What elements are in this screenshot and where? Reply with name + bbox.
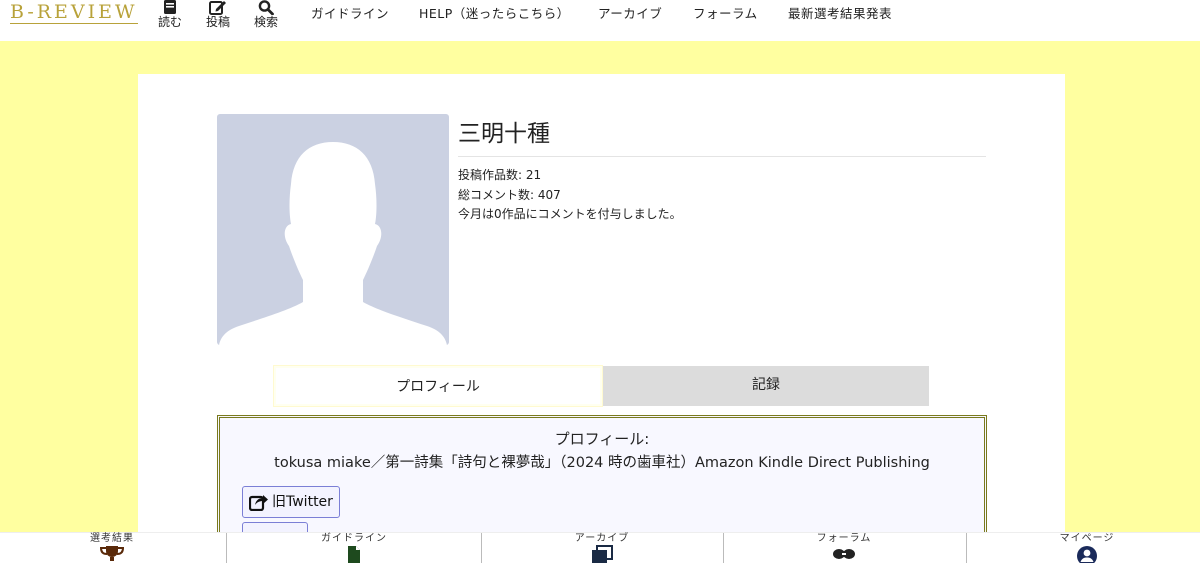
bottom-nav-separator <box>723 533 724 563</box>
bottom-nav-guideline[interactable]: ガイドライン <box>314 533 394 563</box>
comment-count: 総コメント数: 407 <box>458 187 561 202</box>
nav-link-archive[interactable]: アーカイブ <box>598 3 662 22</box>
nav-post-label: 投稿 <box>205 15 230 29</box>
top-navigation: B-REVIEW 読む 投稿 検索 ガイドライン HELP（迷ったらこちら） ア… <box>0 0 1200 41</box>
bottom-nav-forum-label: フォーラム <box>816 533 872 544</box>
book-icon <box>164 0 176 14</box>
bottom-nav-results-label: 選考結果 <box>90 533 134 544</box>
nav-search[interactable]: 検索 <box>251 0 281 28</box>
bottom-nav-results[interactable]: 選考結果 <box>72 533 152 563</box>
nav-link-latest-results[interactable]: 最新選考結果発表 <box>788 3 892 22</box>
bottom-nav-separator <box>226 533 227 563</box>
profile-label: プロフィール: <box>554 430 650 448</box>
monthly-comment-status: 今月は0作品にコメントを付与しました。 <box>458 207 682 221</box>
trophy-icon <box>99 546 125 561</box>
bottom-nav-archive-label: アーカイブ <box>574 533 630 544</box>
nav-read[interactable]: 読む <box>155 0 185 28</box>
bottom-nav-archive[interactable]: アーカイブ <box>562 533 642 563</box>
bottom-nav-separator <box>481 533 482 563</box>
search-icon <box>258 0 274 15</box>
tab-record[interactable]: 記録 <box>603 366 929 406</box>
profile-tabs: プロフィール 記録 <box>274 366 929 406</box>
bottom-nav-mypage[interactable]: マイページ <box>1047 533 1127 563</box>
user-icon <box>1077 546 1097 563</box>
share-icon <box>249 495 268 511</box>
tab-profile[interactable]: プロフィール <box>274 366 602 406</box>
nav-read-label: 読む <box>157 15 182 29</box>
bottom-nav-separator <box>966 533 967 563</box>
archive-icon <box>592 545 613 563</box>
nav-link-guideline[interactable]: ガイドライン <box>311 3 389 22</box>
avatar <box>217 114 449 345</box>
profile-text: tokusa miake／第一詩集「詩句と裸夢哉」（2024 時の歯車社）Ama… <box>274 455 930 471</box>
nav-post[interactable]: 投稿 <box>203 0 233 28</box>
user-name: 三明十種 <box>458 121 550 147</box>
site-logo[interactable]: B-REVIEW <box>10 1 138 24</box>
file-icon <box>348 546 360 563</box>
default-avatar-icon <box>219 142 447 345</box>
bottom-nav-forum[interactable]: フォーラム <box>804 533 884 563</box>
bottom-nav-guideline-label: ガイドライン <box>321 533 387 544</box>
nav-link-forum[interactable]: フォーラム <box>693 3 758 22</box>
bottom-navigation: 選考結果 ガイドライン アーカイブ フォーラム マイページ <box>0 532 1200 563</box>
edit-icon <box>209 1 226 15</box>
share-twitter-label: 旧Twitter <box>272 494 333 510</box>
nav-link-help[interactable]: HELP（迷ったらこちら） <box>419 3 570 22</box>
forum-icon <box>833 549 855 559</box>
name-divider <box>458 156 986 157</box>
post-count: 投稿作品数: 21 <box>458 168 542 182</box>
nav-search-label: 検索 <box>253 15 278 29</box>
profile-card: 三明十種 投稿作品数: 21 総コメント数: 407 今月は0作品にコメントを付… <box>138 74 1065 563</box>
user-stats: 投稿作品数: 21 総コメント数: 407 今月は0作品にコメントを付与しました… <box>458 166 682 225</box>
bottom-nav-mypage-label: マイページ <box>1059 533 1115 544</box>
share-twitter-button[interactable]: 旧Twitter <box>242 486 340 518</box>
